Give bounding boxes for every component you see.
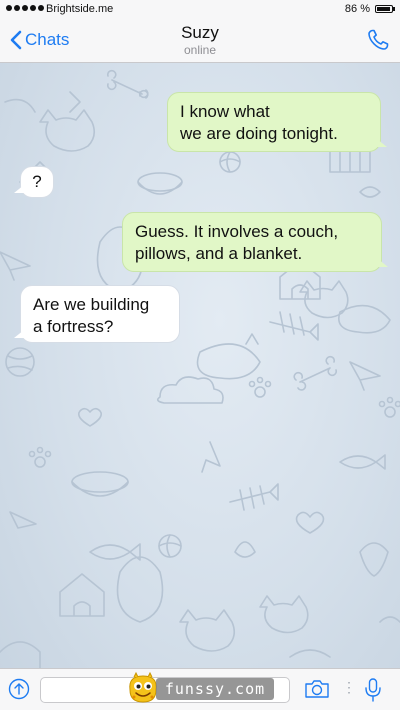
- navigation-bar: Chats Suzy online: [0, 20, 400, 63]
- attach-icon[interactable]: [8, 678, 30, 700]
- battery-percentage: 86 %: [344, 3, 370, 15]
- message-text-line: we are doing tonight.: [180, 124, 338, 143]
- message-text-line: ?: [32, 172, 42, 191]
- message-text-line: pillows, and a blanket.: [135, 244, 303, 263]
- contact-status: online: [183, 43, 217, 57]
- chat-screen: Brightside.me 86 % Chats Suzy online I k…: [0, 0, 400, 710]
- signal-strength-icon: [6, 5, 44, 11]
- camera-icon[interactable]: [304, 678, 330, 700]
- message-bubble-incoming[interactable]: Are we building a fortress?: [14, 285, 180, 343]
- chat-background-pattern: [0, 69, 400, 668]
- message-bubble-incoming[interactable]: ?: [14, 166, 54, 198]
- battery-icon: [375, 5, 395, 13]
- message-bubble-outgoing[interactable]: I know what we are doing tonight.: [167, 92, 387, 152]
- message-text-line: Are we building: [33, 295, 150, 314]
- bubble-tail: [14, 185, 24, 193]
- bubble-tail: [378, 259, 388, 267]
- status-bar: Brightside.me 86 %: [0, 0, 400, 20]
- bubble-tail: [14, 330, 24, 338]
- vertical-dots-separator: ⋮: [342, 679, 356, 695]
- microphone-icon[interactable]: [364, 677, 382, 703]
- contact-name[interactable]: Suzy: [0, 23, 400, 43]
- phone-icon[interactable]: [366, 28, 390, 52]
- message-text-line: Guess. It involves a couch,: [135, 222, 339, 241]
- message-text-line: I know what: [180, 102, 270, 121]
- message-bubble-outgoing[interactable]: Guess. It involves a couch, pillows, and…: [122, 212, 388, 272]
- funssy-watermark: funssy.com: [126, 672, 274, 704]
- watermark-text: funssy.com: [156, 678, 274, 700]
- bubble-tail: [377, 139, 387, 147]
- message-text-line: a fortress?: [33, 317, 114, 336]
- carrier-name: Brightside.me: [46, 3, 114, 15]
- monster-mascot-icon: [129, 672, 157, 703]
